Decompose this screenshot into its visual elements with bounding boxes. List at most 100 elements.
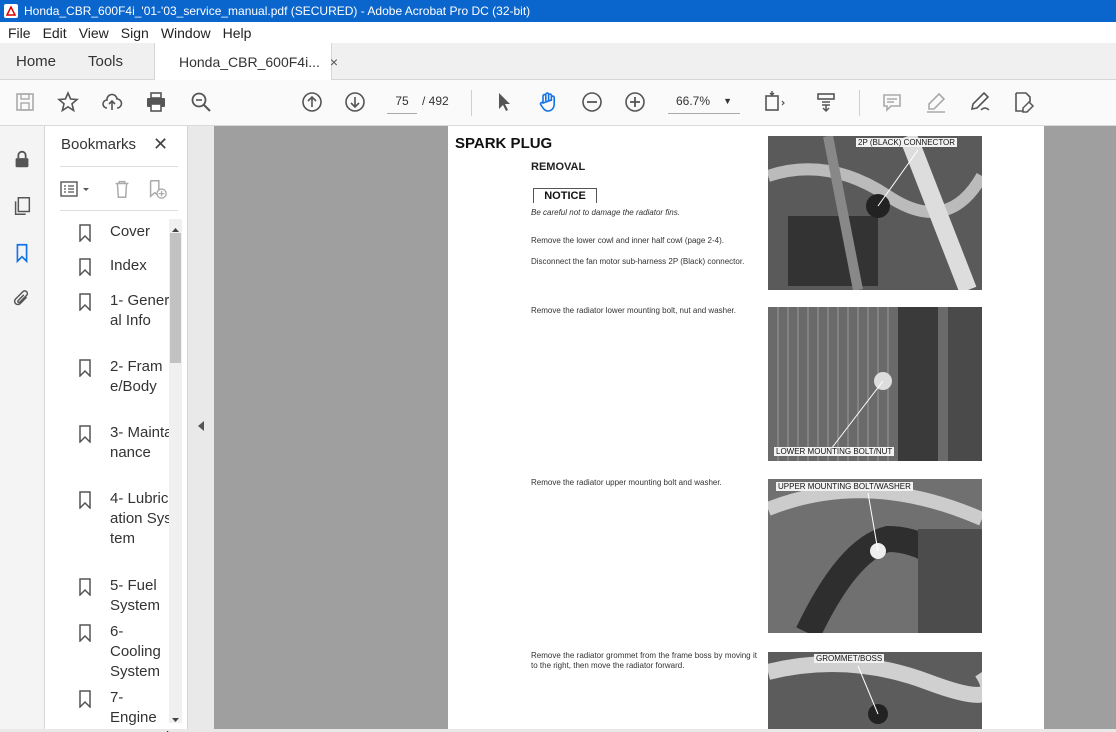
edit-stamp-icon[interactable] bbox=[1010, 89, 1036, 115]
bookmark-label: 7- Engine Removal bbox=[110, 689, 169, 732]
photo-label: 2P (BLACK) CONNECTOR bbox=[856, 138, 958, 147]
delete-bookmark-icon[interactable] bbox=[111, 178, 133, 205]
bookmark-label: 3- Maintanance bbox=[110, 424, 173, 461]
bookmark-label: 1- General Info bbox=[110, 292, 170, 329]
scrollbar-thumb[interactable] bbox=[170, 233, 181, 363]
page-fit-icon[interactable] bbox=[760, 89, 786, 115]
menu-edit[interactable]: Edit bbox=[43, 25, 67, 41]
page-title: SPARK PLUG bbox=[455, 135, 553, 152]
menu-help[interactable]: Help bbox=[223, 25, 252, 41]
tab-document[interactable]: Honda_CBR_600F4i... × bbox=[154, 43, 338, 80]
toolbar-divider bbox=[471, 90, 472, 116]
step-text: Remove the lower cowl and inner half cow… bbox=[531, 236, 724, 245]
highlight-pen-icon[interactable] bbox=[923, 89, 949, 115]
menu-window[interactable]: Window bbox=[161, 25, 211, 41]
bookmark-item-fuel-system[interactable]: 5- Fuel System bbox=[78, 576, 174, 616]
bookmark-label: 5- Fuel System bbox=[110, 577, 161, 614]
scroll-mode-icon[interactable] bbox=[813, 89, 839, 115]
step-text: Remove the radiator upper mounting bolt … bbox=[531, 478, 722, 487]
print-icon[interactable] bbox=[143, 89, 169, 115]
step-text: Disconnect the fan motor sub-harness 2P … bbox=[531, 257, 745, 266]
page-number-input[interactable]: 75 bbox=[387, 89, 417, 114]
toolbar-divider bbox=[859, 90, 860, 116]
section-heading: REMOVAL bbox=[531, 161, 586, 173]
tab-close-icon[interactable]: × bbox=[330, 54, 338, 70]
page-total: / 492 bbox=[422, 94, 449, 108]
bookmark-label: Index bbox=[110, 257, 147, 274]
bookmark-label: 6- Cooling System bbox=[110, 623, 161, 680]
pages-thumbnail-icon[interactable] bbox=[9, 193, 35, 219]
bookmark-item-frame-body[interactable]: 2- Frame/Body bbox=[78, 357, 174, 397]
notice-text: Be careful not to damage the radiator fi… bbox=[531, 208, 680, 217]
title-bar: Honda_CBR_600F4i_'01-'03_service_manual.… bbox=[0, 0, 1116, 22]
photo-label: UPPER MOUNTING BOLT/WASHER bbox=[776, 482, 913, 491]
bookmark-label: 4- Lubrication System bbox=[110, 490, 172, 547]
bookmark-icon bbox=[78, 425, 96, 463]
zoom-level-select[interactable]: 66.7% ▼ bbox=[668, 89, 740, 114]
menu-sign[interactable]: Sign bbox=[121, 25, 149, 41]
photo-connector: 2P (BLACK) CONNECTOR bbox=[768, 136, 982, 290]
save-icon[interactable] bbox=[12, 89, 38, 115]
bookmark-item-cover[interactable]: Cover bbox=[78, 222, 174, 248]
bookmark-item-cooling-system[interactable]: 6- Cooling System bbox=[78, 622, 174, 682]
collapse-panel-icon[interactable] bbox=[197, 420, 205, 435]
bookmark-item-maintanance[interactable]: 3- Maintanance bbox=[78, 423, 174, 463]
bookmark-icon bbox=[78, 258, 96, 282]
panel-divider bbox=[60, 166, 178, 167]
bookmark-item-index[interactable]: Index bbox=[78, 256, 174, 282]
star-icon[interactable] bbox=[55, 89, 81, 115]
tab-document-label: Honda_CBR_600F4i... bbox=[179, 53, 320, 70]
previous-page-icon[interactable] bbox=[299, 89, 325, 115]
photo-upper-mount: UPPER MOUNTING BOLT/WASHER bbox=[768, 479, 982, 633]
bookmark-icon bbox=[78, 359, 96, 397]
bookmark-item-engine-removal[interactable]: 7- Engine Removal bbox=[78, 688, 174, 732]
zoom-level-value: 66.7% bbox=[676, 94, 711, 108]
tab-home[interactable]: Home bbox=[16, 43, 56, 79]
zoom-search-icon[interactable] bbox=[188, 89, 214, 115]
bookmark-label: 2- Frame/Body bbox=[110, 358, 163, 395]
bookmark-item-general-info[interactable]: 1- General Info bbox=[78, 291, 174, 331]
comment-icon[interactable] bbox=[879, 89, 905, 115]
bookmark-icon bbox=[78, 224, 96, 248]
menu-view[interactable]: View bbox=[79, 25, 109, 41]
attachment-icon[interactable] bbox=[9, 286, 35, 312]
tab-tools[interactable]: Tools bbox=[88, 43, 123, 79]
hand-tool-icon[interactable] bbox=[535, 89, 561, 115]
bookmark-scrollbar[interactable] bbox=[169, 219, 182, 723]
new-bookmark-icon[interactable] bbox=[145, 178, 169, 205]
pdf-page: SPARK PLUG REMOVAL NOTICE Be careful not… bbox=[448, 126, 1044, 729]
photo-label: LOWER MOUNTING BOLT/NUT bbox=[774, 447, 895, 456]
notice-label: NOTICE bbox=[533, 188, 597, 203]
options-list-icon[interactable] bbox=[59, 178, 93, 205]
bookmark-icon bbox=[78, 293, 96, 331]
bookmarks-title: Bookmarks bbox=[61, 136, 137, 153]
bookmark-icon bbox=[78, 624, 96, 682]
step-text: Remove the radiator grommet from the fra… bbox=[531, 651, 757, 670]
scroll-down-icon[interactable] bbox=[171, 711, 180, 729]
photo-grommet: GROMMET/BOSS bbox=[768, 652, 982, 729]
photo-label: GROMMET/BOSS bbox=[814, 654, 885, 663]
bookmark-icon bbox=[78, 578, 96, 616]
select-cursor-icon[interactable] bbox=[491, 89, 517, 115]
sign-pen-icon[interactable] bbox=[967, 89, 993, 115]
bookmark-tools bbox=[59, 176, 179, 202]
zoom-out-icon[interactable] bbox=[579, 89, 605, 115]
bookmark-icon bbox=[78, 690, 96, 732]
next-page-icon[interactable] bbox=[342, 89, 368, 115]
bookmark-label: Cover bbox=[110, 223, 151, 240]
menu-file[interactable]: File bbox=[8, 25, 31, 41]
photo-lower-mount: LOWER MOUNTING BOLT/NUT bbox=[768, 307, 982, 461]
chevron-down-icon: ▼ bbox=[723, 96, 732, 106]
upload-cloud-icon[interactable] bbox=[99, 89, 125, 115]
bookmark-item-lubrication[interactable]: 4- Lubrication System bbox=[78, 489, 174, 549]
window-title: Honda_CBR_600F4i_'01-'03_service_manual.… bbox=[24, 4, 531, 18]
bookmark-icon bbox=[78, 491, 96, 549]
close-panel-icon[interactable]: ✕ bbox=[153, 134, 168, 155]
menu-bar: File Edit View Sign Window Help bbox=[0, 22, 1116, 44]
tab-bar: Home Tools Honda_CBR_600F4i... × bbox=[0, 43, 1116, 80]
lock-icon[interactable] bbox=[9, 146, 35, 172]
panel-divider bbox=[60, 210, 178, 211]
bookmark-panel-icon[interactable] bbox=[9, 240, 35, 266]
step-text: Remove the radiator lower mounting bolt,… bbox=[531, 306, 737, 315]
zoom-in-icon[interactable] bbox=[622, 89, 648, 115]
